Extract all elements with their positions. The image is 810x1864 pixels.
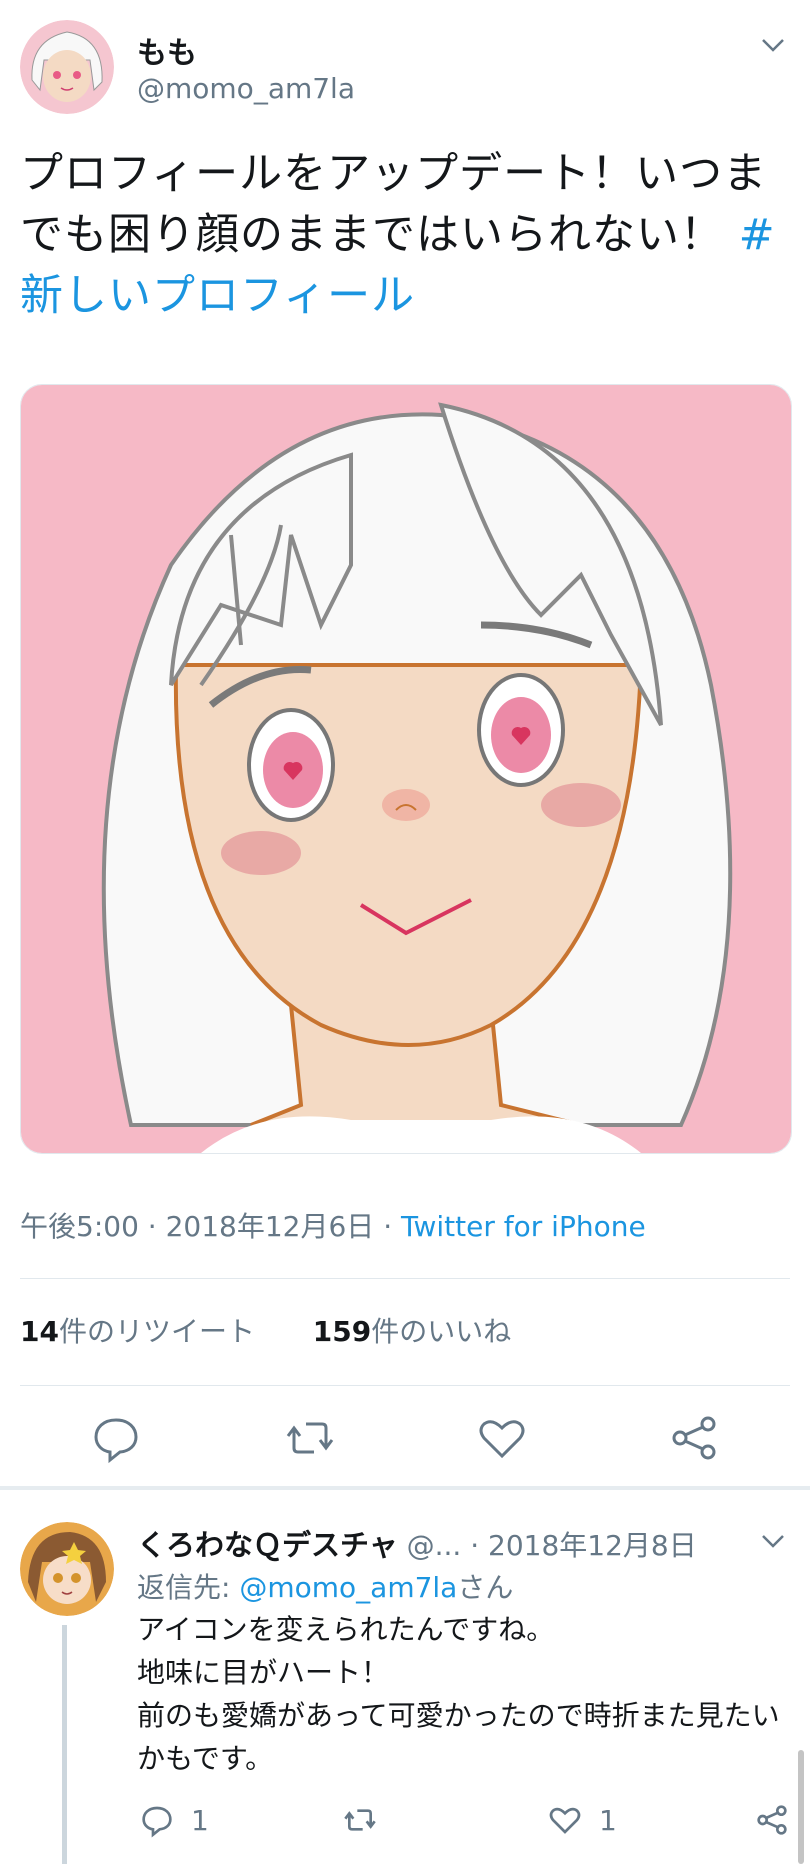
share-icon[interactable] [664,1408,724,1468]
like-icon[interactable] [472,1408,532,1468]
author-avatar[interactable] [20,20,114,114]
like-icon [549,1807,581,1834]
retweet-label: 件のリツイート [58,1315,255,1348]
tweet-action-bar [0,1408,810,1468]
tweet-stats: 14件のリツイート 159件のいいね [20,1310,511,1350]
tweet-body: プロフィールをアップデート！いつまでも困り顔のままではいられない！ [20,149,768,260]
like-stat[interactable]: 159件のいいね [313,1315,511,1348]
divider [20,1385,790,1386]
tweet-image[interactable] [20,384,792,1154]
meta-dot: · [470,1529,480,1562]
reply-author-name[interactable]: くろわなＱデスチャ [137,1528,398,1562]
meta-dot: · [383,1210,393,1243]
meta-dot: · [147,1210,157,1243]
retweet-icon[interactable] [280,1408,340,1468]
author-handle[interactable]: @momo_am7la [137,72,355,105]
reply-line: 前のも愛嬌があって可愛かったので時折また見たいかもです。 [137,1699,780,1775]
tweet-source-link[interactable]: Twitter for iPhone [401,1210,646,1243]
divider [20,1278,790,1279]
chevron-down-icon[interactable] [760,1528,786,1558]
reply-to-handle[interactable]: @momo_am7la [239,1571,457,1604]
retweet-icon [344,1809,376,1831]
reply-reply-count: 1 [191,1803,209,1837]
like-count: 159 [312,1315,372,1348]
reply-author-handle[interactable]: @... [407,1529,462,1562]
reply-date: 2018年12月8日 [488,1529,697,1562]
reply-share-button[interactable] [752,1798,792,1842]
reply-icon[interactable] [86,1408,146,1468]
reply-author-avatar[interactable] [20,1522,114,1616]
reply-to-line: 返信先: @momo_am7laさん [137,1566,513,1606]
reply-reply-button[interactable]: 1 [137,1798,209,1842]
thread-line [62,1625,67,1864]
reply-line: 地味に目がハート！ [137,1656,390,1689]
scrollbar[interactable] [798,1750,804,1864]
reply-icon [142,1806,172,1838]
tweet-text: プロフィールをアップデート！いつまでも困り顔のままではいられない！ #新しいプロ… [20,144,790,327]
chevron-down-icon[interactable] [760,32,786,62]
author-name[interactable]: もも [137,28,197,72]
reply-like-button[interactable]: 1 [545,1798,617,1842]
reply-header: くろわなＱデスチャ @... · 2018年12月8日 [137,1522,697,1564]
tweet-meta: 午後5:00 · 2018年12月6日 · Twitter for iPhone [20,1205,646,1245]
reply-text: アイコンを変えられたんですね。 地味に目がハート！ 前のも愛嬌があって可愛かった… [137,1608,787,1780]
tweet-date: 2018年12月6日 [165,1210,375,1243]
retweet-count: 14 [20,1315,59,1348]
tweet-time: 午後5:00 [20,1210,139,1243]
reply-to-suffix: さん [457,1571,514,1604]
reply-retweet-button[interactable] [340,1798,380,1842]
reply-line: アイコンを変えられたんですね。 [137,1613,555,1646]
retweet-stat[interactable]: 14件のリツイート [20,1315,255,1348]
like-label: 件のいいね [371,1315,512,1348]
section-separator [0,1486,810,1490]
reply-to-label: 返信先: [137,1571,231,1604]
share-icon [757,1805,787,1835]
reply-like-count: 1 [599,1803,617,1837]
